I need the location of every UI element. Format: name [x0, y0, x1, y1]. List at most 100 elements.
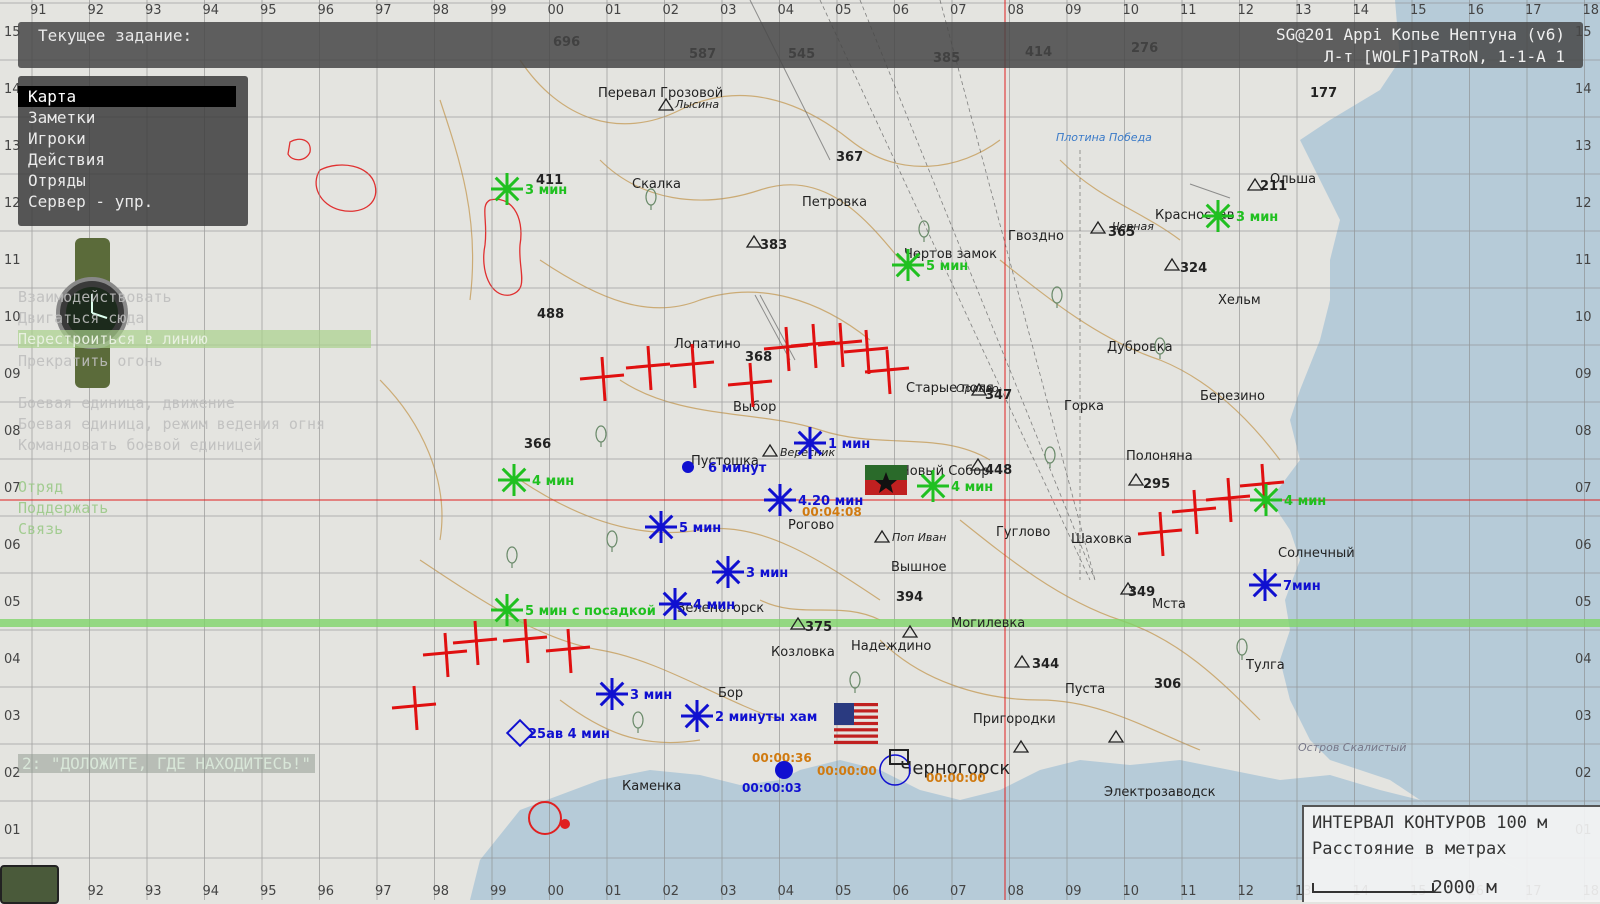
timer-marker[interactable]: 00:00:00: [926, 771, 986, 785]
timer-label: 00:00:03: [742, 781, 802, 795]
enemy-marker[interactable]: [784, 326, 791, 372]
town-label: Пуста: [1065, 682, 1105, 697]
tree-icon: [1236, 638, 1248, 660]
grid-label-x: 01: [605, 884, 622, 899]
elevation-label: 366: [524, 437, 551, 452]
command-command-unit[interactable]: Командовать боевой единицей: [18, 436, 262, 454]
grid-label-x: 11: [1180, 884, 1197, 899]
gps-device-icon[interactable]: [0, 865, 59, 904]
enemy-marker[interactable]: [600, 356, 607, 402]
town-label: Скалка: [632, 177, 681, 192]
command-comms[interactable]: Связь: [18, 520, 63, 538]
grid-label-y: 11: [4, 253, 21, 268]
mission-info: SG@201 Appi Копье Нептуна (v6) Л-т [WOLF…: [1276, 24, 1565, 68]
enemy-marker[interactable]: [473, 620, 480, 666]
grid-label-y: 01: [4, 823, 21, 838]
town-label: Бор: [718, 686, 743, 701]
us-flag-icon[interactable]: [834, 703, 878, 744]
town-label: Мста: [1152, 597, 1186, 612]
enemy-marker[interactable]: [811, 323, 818, 369]
command-interact[interactable]: Взаимодействовать: [18, 288, 172, 306]
command-cease-fire[interactable]: Прекратить огонь: [18, 352, 163, 370]
menu-item-map[interactable]: Карта: [18, 86, 236, 107]
elevation-label: 295: [1143, 477, 1170, 492]
friendly-marker-blue[interactable]: 2 минуты хам: [681, 700, 817, 732]
mission-title: SG@201 Appi Копье Нептуна (v6): [1276, 25, 1565, 44]
grid-label-y: 07: [1575, 481, 1592, 496]
enemy-marker[interactable]: [885, 349, 892, 395]
friendly-marker-green-label: 4 мин: [951, 480, 993, 495]
distance-label: Расстояние в метрах: [1312, 839, 1507, 859]
elevation-label: 394: [896, 590, 923, 605]
town-label: Петровка: [802, 195, 867, 210]
timer-marker[interactable]: 00:04:08: [802, 505, 862, 519]
friendly-marker-blue-label: 25ав 4 мин: [528, 727, 610, 742]
timer-marker[interactable]: 00:00:03: [742, 781, 802, 795]
command-form-line[interactable]: Перестроиться в линию: [18, 330, 371, 348]
menu-item-players[interactable]: Игроки: [18, 128, 248, 149]
enemy-marker[interactable]: [566, 628, 573, 674]
grid-label-x: 07: [950, 3, 967, 18]
map-menu: Карта Заметки Игроки Действия Отряды Сер…: [18, 76, 248, 226]
command-support[interactable]: Поддержать: [18, 499, 108, 517]
grid-label-y: 06: [1575, 538, 1592, 553]
menu-item-actions[interactable]: Действия: [18, 149, 248, 170]
friendly-marker-blue[interactable]: 3 мин: [712, 556, 788, 588]
radio-message: 2: "ДОЛОЖИТЕ, ГДЕ НАХОДИТЕСЬ!": [18, 754, 315, 773]
timer-marker[interactable]: 00:00:00: [817, 764, 877, 778]
enemy-marker[interactable]: [646, 345, 653, 391]
faction-flag-icon[interactable]: [865, 465, 907, 495]
enemy-marker[interactable]: [1192, 489, 1199, 535]
friendly-marker-green[interactable]: 3 мин: [1202, 200, 1278, 232]
command-unit-move[interactable]: Боевая единица, движение: [18, 394, 235, 412]
elevation-label: 349: [1128, 585, 1155, 600]
map-legend: ИНТЕРВАЛ КОНТУРОВ 100 м Расстояние в мет…: [1302, 805, 1600, 902]
grid-label-x: 16: [1468, 3, 1485, 18]
grid-label-y: 09: [1575, 367, 1592, 382]
friendly-marker-blue-label: 5 мин: [679, 521, 721, 536]
town-label: Поп Иван: [892, 531, 946, 544]
grid-label-x: 97: [375, 884, 392, 899]
grid-label-x: 11: [1180, 3, 1197, 18]
enemy-marker[interactable]: [1158, 511, 1165, 557]
elevation-label: 375: [805, 620, 832, 635]
town-label: Могилевка: [951, 616, 1025, 631]
command-move-here[interactable]: Двигаться сюда: [18, 309, 144, 327]
peak-contour: [315, 164, 377, 212]
enemy-marker[interactable]: [864, 329, 871, 375]
enemy-marker[interactable]: [443, 632, 450, 678]
grid-label-x: 08: [1008, 3, 1025, 18]
scale-bar: [1312, 883, 1434, 893]
friendly-marker-blue[interactable]: 25ав 4 мин: [505, 718, 610, 748]
friendly-marker-green[interactable]: 4 мин: [498, 464, 574, 496]
peak-icon: [1163, 257, 1181, 271]
grid-label-x: 07: [950, 884, 967, 899]
enemy-marker[interactable]: [412, 685, 419, 731]
grid-label-x: 94: [203, 884, 220, 899]
grid-label-x: 17: [1525, 3, 1542, 18]
menu-item-server-admin[interactable]: Сервер - упр.: [18, 191, 248, 212]
grid-label-x: 98: [433, 884, 450, 899]
enemy-zone-marker[interactable]: [560, 819, 570, 829]
grid-label-x: 96: [318, 3, 335, 18]
timer-label: 00:00:00: [817, 764, 877, 778]
command-squad[interactable]: Отряд: [18, 478, 63, 496]
peak-contour: [483, 198, 523, 296]
friendly-marker-green-label: 4 мин: [1284, 494, 1326, 509]
grid-label-y: 04: [4, 652, 21, 667]
town-label: Электрозаводск: [1104, 785, 1216, 800]
elevation-label: 367: [836, 150, 863, 165]
town-label: Плотина Победа: [1056, 131, 1152, 144]
player-name: Л-т [WOLF]PaTRoN, 1-1-A 1: [1324, 47, 1565, 66]
menu-item-squads[interactable]: Отряды: [18, 170, 248, 191]
menu-item-notes[interactable]: Заметки: [18, 107, 248, 128]
grid-label-y: 05: [4, 595, 21, 610]
command-unit-fire-mode[interactable]: Боевая единица, режим ведения огня: [18, 415, 325, 433]
enemy-marker[interactable]: [838, 322, 845, 368]
grid-label-x: 95: [260, 884, 277, 899]
friendly-marker-blue[interactable]: 3 мин: [596, 678, 672, 710]
enemy-marker[interactable]: [1226, 477, 1233, 523]
friendly-marker-blue-label: 6 минут: [708, 461, 767, 476]
player-marker[interactable]: [775, 761, 793, 779]
tree-icon: [595, 425, 607, 447]
